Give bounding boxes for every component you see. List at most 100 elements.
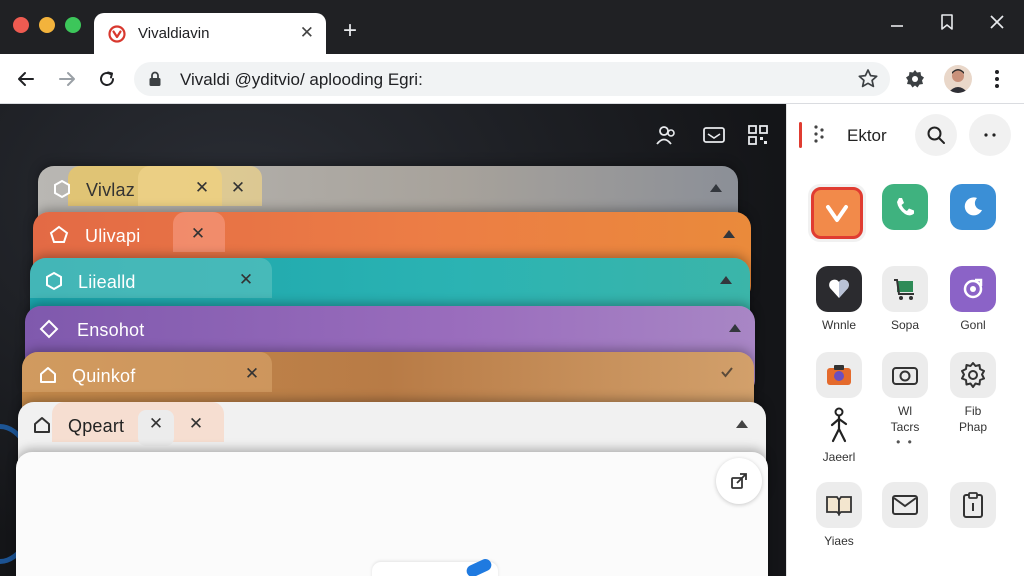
window-close-light[interactable] [13,17,29,33]
tab-close-icon[interactable]: ✕ [300,23,314,43]
home-outline-icon [34,417,50,433]
tab-card-1-close-icon[interactable]: ✕ [192,178,212,198]
drag-handle-icon[interactable] [813,124,825,144]
browser-tab[interactable]: Vivaldiavin ✕ [94,13,326,55]
caret-up-icon[interactable] [723,230,735,238]
back-button[interactable] [14,67,38,91]
address-bar[interactable]: Vivaldi @yditvio/ aplooding Egri: [134,62,890,96]
app-mail[interactable] [875,482,935,528]
close-window-button[interactable] [982,10,1012,34]
search-icon [927,126,945,144]
app-phone-tile [882,184,928,230]
app-camera[interactable]: Wl Tacrs • • [875,352,935,450]
tab-card-1-label: Vivlaz [86,180,135,200]
app-shop-label: Sopa [890,318,920,332]
window-zoom-light[interactable] [65,17,81,33]
side-panel: Ektor Wnnle Sopa Gonl Wl Tacrs • • Fib P… [786,104,1024,576]
reload-icon [100,71,114,86]
open-external-button[interactable] [716,458,762,504]
app-sleep[interactable] [943,184,1003,230]
people-button[interactable] [654,122,680,148]
bottom-handle[interactable] [372,562,498,576]
panel-search-button[interactable] [915,114,957,156]
open-external-icon [731,473,747,489]
window-view-button[interactable] [701,122,727,148]
app-settings-tile [950,352,996,398]
maximize-button[interactable] [932,10,962,34]
phone-icon [897,198,914,216]
user-avatar-icon [948,69,968,93]
tab-stack-area: Vivlaz ✕ ✕ Ulivapi ✕ Liiealld ✕ Ensohot … [0,104,786,576]
extensions-button[interactable] [903,67,927,91]
app-phone[interactable] [875,184,935,230]
forward-button[interactable] [55,67,79,91]
walking-person-icon [830,407,848,443]
app-settings-label-2: Phap [958,419,988,434]
bookmark-window-icon [941,14,953,30]
vivaldi-app-icon [826,205,848,222]
app-wallet-label: Wnnle [821,318,856,332]
extension-gear-icon [906,70,924,88]
reload-button[interactable] [95,67,119,91]
caret-up-icon[interactable] [736,420,748,428]
app-books-tile [816,482,862,528]
app-vivaldi[interactable] [807,184,867,242]
profile-avatar[interactable] [944,65,972,93]
new-tab-button[interactable]: + [338,19,362,43]
tab-card-1-close2-icon[interactable]: ✕ [228,178,248,198]
book-icon [826,496,852,517]
window-minimize-light[interactable] [39,17,55,33]
tab-card-2-close-icon[interactable]: ✕ [188,224,208,244]
caret-up-icon[interactable] [729,324,741,332]
bookmark-star-icon[interactable] [856,67,880,91]
tab-card-5-close-icon[interactable]: ✕ [242,364,262,384]
tab-card-4-label: Ensohot [77,320,145,340]
app-books-label: Yiaes [824,534,854,548]
panel-accent-bar [799,122,802,148]
gear-icon [961,362,985,388]
qr-code-button[interactable] [745,122,771,148]
window-icon [703,127,725,143]
tab-card-6-close-icon[interactable]: ✕ [146,414,166,434]
vivaldi-logo-icon [108,25,126,43]
app-fitness-label: Jaeerl [822,450,856,464]
active-tab-card[interactable] [16,452,768,576]
app-photos[interactable] [809,352,869,398]
camera-icon [892,367,918,385]
minimize-button[interactable] [882,10,912,34]
more-vertical-icon [995,70,999,88]
app-fitness-tile [816,404,862,448]
tab-card-6-close2-icon[interactable]: ✕ [186,414,206,434]
pentagon-icon [49,225,69,243]
tab-card-5-label: Quinkof [72,366,136,386]
moon-icon [964,197,982,216]
caret-up-icon[interactable] [720,276,732,284]
app-clipboard[interactable] [943,482,1003,528]
panel-title: Ektor [847,126,887,145]
app-camera-label-2: Tacrs [890,419,920,434]
arrow-left-icon [18,72,34,86]
app-settings[interactable]: Fib Phap [943,352,1003,435]
panel-more-button[interactable] [969,114,1011,156]
check-icon [721,367,733,378]
app-mail-tile [882,482,928,528]
app-goal-tile [950,266,996,312]
tab-card-3-label: Liiealld [78,272,136,292]
caret-up-icon[interactable] [710,184,722,192]
qr-code-icon [748,125,768,145]
app-fitness[interactable]: Jaeerl [809,404,869,466]
mail-icon [892,495,918,515]
app-goal[interactable]: Gonl [943,266,1003,334]
app-books[interactable]: Yiaes [809,482,869,550]
lock-icon [149,71,161,86]
close-icon [990,15,1004,29]
tab-card-3-close-icon[interactable]: ✕ [236,270,256,290]
tab-title: Vivaldiavin [138,25,210,42]
app-shop[interactable]: Sopa [875,266,935,334]
app-wallet[interactable]: Wnnle [809,266,869,334]
app-camera-dots: • • [896,435,914,450]
app-camera-label: Wl [898,404,912,418]
menu-button[interactable] [985,67,1009,91]
app-camera-tile [882,352,928,398]
hexagon-icon [46,271,62,291]
